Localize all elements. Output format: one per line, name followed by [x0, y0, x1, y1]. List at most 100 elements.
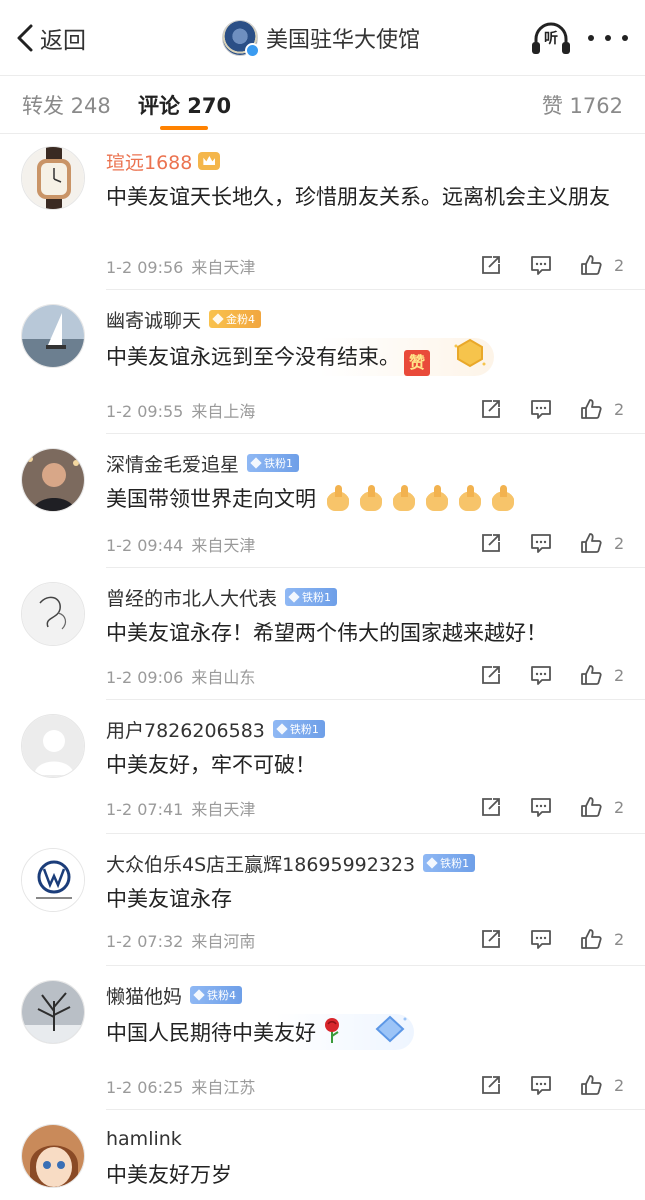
comment-icon [530, 254, 552, 276]
like-button[interactable]: 2 [580, 252, 624, 278]
thumbs-up-emoji [492, 485, 514, 511]
comment-text: 中美友谊永远到至今没有结束。赞 [106, 338, 627, 376]
reply-button[interactable] [530, 252, 552, 278]
comment-time: 1-2 07:32 [106, 932, 184, 951]
username[interactable]: 懒猫他妈 [106, 982, 182, 1009]
username[interactable]: 深情金毛爱追星 [106, 450, 239, 477]
comment-body: 曾经的市北人大代表 铁粉1 中美友谊永存！希望两个伟大的国家越来越好！ [106, 584, 627, 650]
comment-time: 1-2 09:06 [106, 668, 184, 687]
reply-button[interactable] [530, 794, 552, 820]
like-count: 2 [614, 399, 625, 419]
reply-button[interactable] [530, 926, 552, 952]
comment-header: 用户7826206583 铁粉1 [106, 716, 627, 742]
fan-badge-label: 金粉4 [226, 313, 256, 326]
avatar[interactable] [21, 980, 85, 1044]
avatar[interactable] [21, 1124, 85, 1188]
fan-badge-label: 铁粉1 [302, 591, 332, 604]
avatar[interactable] [21, 304, 85, 368]
thumbs-up-emoji [393, 485, 415, 511]
comment-item: 幽寄诚聊天 金粉4 中美友谊永远到至今没有结束。赞 1-2 09:55 来自上海 … [0, 290, 645, 434]
comment-text: 美国带领世界走向文明 [106, 482, 627, 516]
like-count: 2 [614, 1075, 625, 1095]
forward-button[interactable] [480, 794, 502, 820]
username[interactable]: 用户7826206583 [106, 716, 265, 743]
comment-footer: 1-2 07:32 来自河南 2 [106, 926, 627, 952]
more-options-button[interactable] [588, 23, 628, 53]
forward-button[interactable] [480, 252, 502, 278]
comment-icon [530, 398, 552, 420]
comment-text-content: 美国带领世界走向文明 [106, 487, 316, 511]
forward-button[interactable] [480, 1072, 502, 1098]
avatar[interactable] [21, 848, 85, 912]
comment-footer: 1-2 09:55 来自上海 2 [106, 396, 627, 422]
avatar[interactable] [21, 714, 85, 778]
comment-icon [530, 664, 552, 686]
share-icon [480, 532, 502, 554]
comment-icon [530, 1074, 552, 1096]
comment-footer: 1-2 09:06 来自山东 2 [106, 662, 627, 688]
username[interactable]: hamlink [106, 1128, 182, 1150]
comment-icon [530, 796, 552, 818]
comment-footer: 1-2 06:25 来自江苏 2 [106, 1072, 627, 1098]
reply-button[interactable] [530, 1072, 552, 1098]
reply-button[interactable] [530, 530, 552, 556]
forward-button[interactable] [480, 530, 502, 556]
avatar[interactable] [21, 448, 85, 512]
like-button[interactable]: 2 [580, 1072, 624, 1098]
tab-repost[interactable]: 转发 248 [22, 90, 111, 120]
account-header[interactable]: 美国驻华大使馆 [222, 18, 420, 58]
comment-header: 曾经的市北人大代表 铁粉1 [106, 584, 627, 610]
avatar[interactable] [21, 582, 85, 646]
comment-text: 中美友谊天长地久，珍惜朋友关系。远离机会主义朋友 [106, 185, 610, 209]
comment-item: 瑄远1688 中美友谊天长地久，珍惜朋友关系。远离机会主义朋友 1-2 09:5… [0, 134, 645, 290]
diamond-icon [193, 989, 205, 1001]
tab-comment[interactable]: 评论 270 [138, 90, 231, 120]
forward-button[interactable] [480, 926, 502, 952]
username[interactable]: 曾经的市北人大代表 [106, 584, 277, 611]
comment-item: 懒猫他妈 铁粉4 中国人民期待中美友好 1-2 06:25 来自江苏 2 [0, 966, 645, 1110]
username[interactable]: 大众伯乐4S店王赢辉18695992323 [106, 850, 415, 877]
thumbs-up-emoji [459, 485, 481, 511]
active-tab-indicator [160, 126, 208, 130]
sketch-avatar-icon [22, 583, 84, 645]
like-button[interactable]: 2 [580, 662, 624, 688]
tab-like[interactable]: 赞 1762 [542, 90, 623, 120]
share-icon [480, 1074, 502, 1096]
like-button[interactable]: 2 [580, 926, 624, 952]
forward-button[interactable] [480, 662, 502, 688]
like-button[interactable]: 2 [580, 530, 624, 556]
zan-emoji: 赞 [404, 350, 430, 376]
comment-time: 1-2 07:41 [106, 800, 184, 819]
comment-body: 懒猫他妈 铁粉4 中国人民期待中美友好 [106, 982, 627, 1050]
thumbs-up-icon [580, 796, 602, 818]
like-button[interactable]: 2 [580, 396, 624, 422]
chevron-left-icon [17, 24, 33, 52]
diamond-icon [288, 591, 300, 603]
reply-button[interactable] [530, 662, 552, 688]
back-button[interactable]: 返回 [14, 20, 86, 56]
more-dot-icon [605, 35, 611, 41]
more-dot-icon [622, 35, 628, 41]
fan-badge-label: 铁粉1 [264, 457, 294, 470]
forward-button[interactable] [480, 396, 502, 422]
listen-button[interactable]: 听 [530, 20, 572, 56]
rose-emoji [325, 1018, 339, 1043]
comment-footer: 1-2 09:44 来自天津 2 [106, 530, 627, 556]
gold-badge-icon [454, 338, 486, 368]
comment-header: 幽寄诚聊天 金粉4 [106, 306, 627, 332]
like-count: 2 [614, 533, 625, 553]
comment-bubble: 中美友谊永远到至今没有结束。赞 [106, 338, 494, 376]
fan-badge: 铁粉4 [190, 986, 243, 1004]
fan-badge: 铁粉1 [272, 720, 325, 738]
comment-meta: 1-2 09:06 来自山东 [106, 664, 255, 688]
listen-label: 听 [544, 31, 558, 47]
reply-button[interactable] [530, 396, 552, 422]
avatar[interactable] [21, 146, 85, 210]
username[interactable]: 幽寄诚聊天 [106, 306, 201, 333]
like-count: 2 [614, 797, 625, 817]
comment-text-content: 中国人民期待中美友好 [106, 1021, 316, 1045]
username[interactable]: 瑄远1688 [106, 148, 192, 175]
like-button[interactable]: 2 [580, 794, 624, 820]
comment-footer: 1-2 09:56 来自天津 2 [106, 252, 627, 278]
share-icon [480, 398, 502, 420]
